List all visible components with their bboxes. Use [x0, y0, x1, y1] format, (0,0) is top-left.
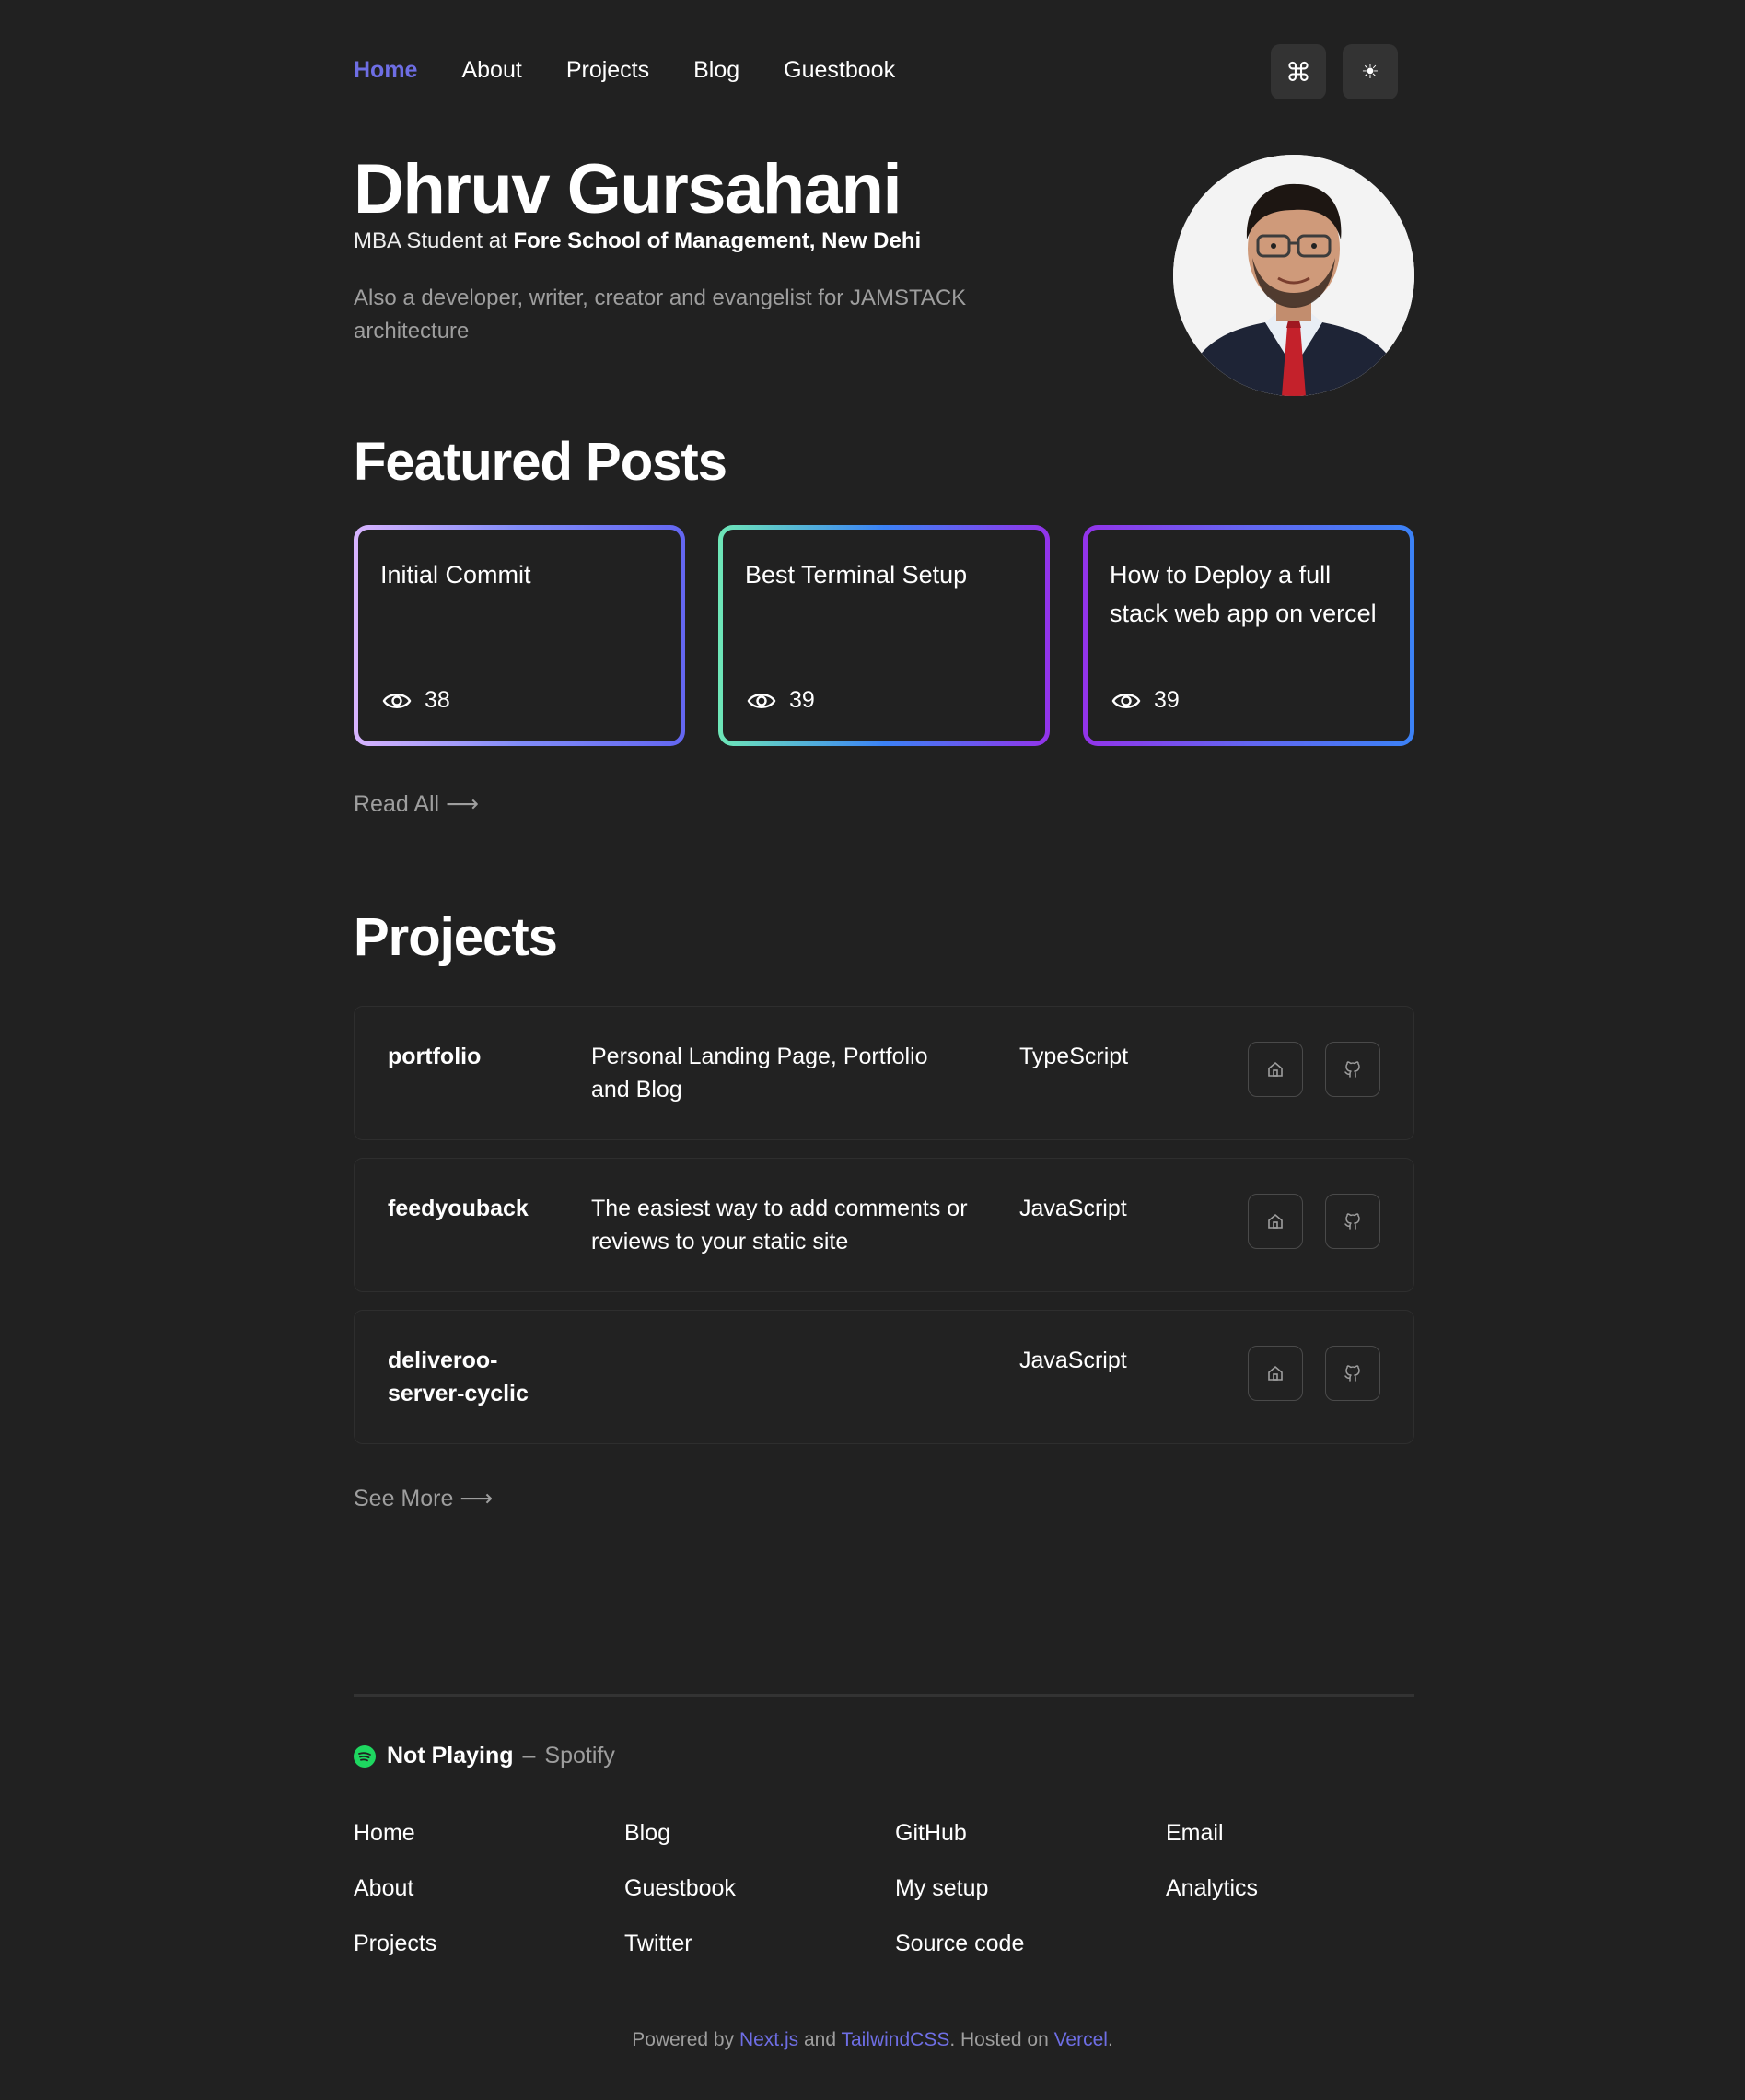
footer-link-twitter[interactable]: Twitter	[624, 1930, 736, 1985]
credits-and: and	[798, 2029, 842, 2050]
project-language: TypeScript	[1019, 1044, 1129, 1069]
footer-credits: Powered by Next.js and TailwindCSS. Host…	[0, 2029, 1745, 2051]
post-card-body: How to Deploy a full stack web app on ve…	[1088, 530, 1410, 741]
project-homepage-button[interactable]	[1248, 1194, 1303, 1249]
github-icon	[1344, 1213, 1360, 1230]
arrow-right-icon: ⟶	[460, 1486, 494, 1511]
post-card-views: 39	[747, 687, 815, 714]
avatar	[1173, 155, 1414, 396]
project-name: portfolio	[388, 1044, 482, 1069]
footer-link-guestbook[interactable]: Guestbook	[624, 1874, 736, 1930]
nav-home[interactable]: Home	[354, 57, 417, 84]
footer-link-home[interactable]: Home	[354, 1819, 436, 1874]
read-all-link[interactable]: Read All ⟶	[354, 790, 479, 818]
nav-guestbook[interactable]: Guestbook	[784, 57, 895, 84]
footer-link-source-code[interactable]: Source code	[895, 1930, 1024, 1985]
eye-icon	[382, 693, 412, 708]
project-description: Personal Landing Page, Portfolio and Blo…	[591, 1044, 928, 1102]
footer-link-my-setup[interactable]: My setup	[895, 1874, 1024, 1930]
project-name: feedyouback	[388, 1196, 529, 1221]
avatar-portrait	[1173, 155, 1414, 396]
post-card-views: 38	[382, 687, 450, 714]
home-icon	[1268, 1213, 1283, 1229]
project-row: feedyouback The easiest way to add comme…	[354, 1158, 1414, 1292]
post-card-title: Initial Commit	[380, 561, 531, 589]
post-view-count: 39	[1154, 687, 1180, 713]
project-language: JavaScript	[1019, 1196, 1127, 1221]
project-description: The easiest way to add comments or revie…	[591, 1196, 968, 1254]
see-more-link[interactable]: See More ⟶	[354, 1485, 493, 1512]
page-title: Dhruv Gursahani	[354, 150, 902, 228]
vercel-link[interactable]: Vercel	[1054, 2029, 1108, 2050]
eye-icon	[1111, 693, 1141, 708]
project-row: portfolio Personal Landing Page, Portfol…	[354, 1006, 1414, 1140]
spotify-status: Not Playing	[387, 1743, 514, 1768]
post-card-deploy-vercel[interactable]: How to Deploy a full stack web app on ve…	[1083, 525, 1414, 746]
spotify-separator: –	[522, 1743, 536, 1768]
project-homepage-button[interactable]	[1248, 1042, 1303, 1097]
nextjs-link[interactable]: Next.js	[739, 2029, 798, 2050]
projects-title: Projects	[354, 907, 558, 967]
post-card-title: How to Deploy a full stack web app on ve…	[1110, 561, 1377, 627]
eye-icon	[747, 693, 776, 708]
see-more-label: See More	[354, 1486, 454, 1511]
project-github-button[interactable]	[1325, 1346, 1380, 1401]
nav-about[interactable]: About	[461, 57, 521, 84]
featured-posts-title: Featured Posts	[354, 432, 727, 492]
theme-toggle-button[interactable]: ☀	[1343, 44, 1398, 99]
github-icon	[1344, 1061, 1360, 1078]
top-nav: Home About Projects Blog Guestbook ⌘ ☀	[354, 44, 1414, 99]
spotify-now-playing[interactable]: Not Playing – Spotify	[354, 1743, 615, 1769]
footer-column-4: Email Analytics	[1166, 1819, 1258, 1930]
post-card-body: Initial Commit 38	[358, 530, 681, 741]
project-name: deliveroo-server-cyclic	[388, 1348, 529, 1406]
hero-role-prefix: MBA Student at	[354, 228, 514, 253]
command-palette-button[interactable]: ⌘	[1271, 44, 1326, 99]
footer-link-projects[interactable]: Projects	[354, 1930, 436, 1985]
post-card-body: Best Terminal Setup 39	[723, 530, 1045, 741]
project-github-button[interactable]	[1325, 1042, 1380, 1097]
nav-blog[interactable]: Blog	[693, 57, 739, 84]
github-icon	[1344, 1365, 1360, 1382]
sun-icon: ☀	[1361, 60, 1379, 83]
footer-link-github[interactable]: GitHub	[895, 1819, 1024, 1874]
home-icon	[1268, 1365, 1283, 1381]
project-language: JavaScript	[1019, 1348, 1127, 1373]
post-view-count: 39	[789, 687, 815, 713]
post-card-initial-commit[interactable]: Initial Commit 38	[354, 525, 685, 746]
arrow-right-icon: ⟶	[446, 791, 479, 817]
post-card-title: Best Terminal Setup	[745, 561, 968, 589]
credits-hosted: . Hosted on	[949, 2029, 1054, 2050]
footer-link-about[interactable]: About	[354, 1874, 436, 1930]
tailwind-link[interactable]: TailwindCSS	[841, 2029, 949, 2050]
hero-role-org: Fore School of Management, New Dehi	[513, 228, 922, 253]
footer-column-1: Home About Projects	[354, 1819, 436, 1985]
footer-link-blog[interactable]: Blog	[624, 1819, 736, 1874]
post-view-count: 38	[425, 687, 450, 713]
spotify-icon	[354, 1744, 376, 1768]
command-icon: ⌘	[1285, 57, 1311, 87]
credits-suffix: .	[1107, 2029, 1113, 2050]
footer-divider	[354, 1694, 1414, 1697]
project-row: deliveroo-server-cyclic JavaScript	[354, 1310, 1414, 1444]
project-homepage-button[interactable]	[1248, 1346, 1303, 1401]
footer-column-2: Blog Guestbook Twitter	[624, 1819, 736, 1985]
spotify-label: Spotify	[544, 1743, 615, 1768]
hero-description: Also a developer, writer, creator and ev…	[354, 286, 967, 344]
footer-column-3: GitHub My setup Source code	[895, 1819, 1024, 1985]
read-all-label: Read All	[354, 791, 440, 817]
footer-link-email[interactable]: Email	[1166, 1819, 1258, 1874]
home-icon	[1268, 1061, 1283, 1077]
footer-link-analytics[interactable]: Analytics	[1166, 1874, 1258, 1930]
post-card-best-terminal-setup[interactable]: Best Terminal Setup 39	[718, 525, 1050, 746]
hero-role: MBA Student at Fore School of Management…	[354, 228, 921, 254]
nav-projects[interactable]: Projects	[566, 57, 649, 84]
project-github-button[interactable]	[1325, 1194, 1380, 1249]
nav-links: Home About Projects Blog Guestbook	[354, 57, 939, 84]
post-card-views: 39	[1111, 687, 1180, 714]
credits-prefix: Powered by	[632, 2029, 739, 2050]
